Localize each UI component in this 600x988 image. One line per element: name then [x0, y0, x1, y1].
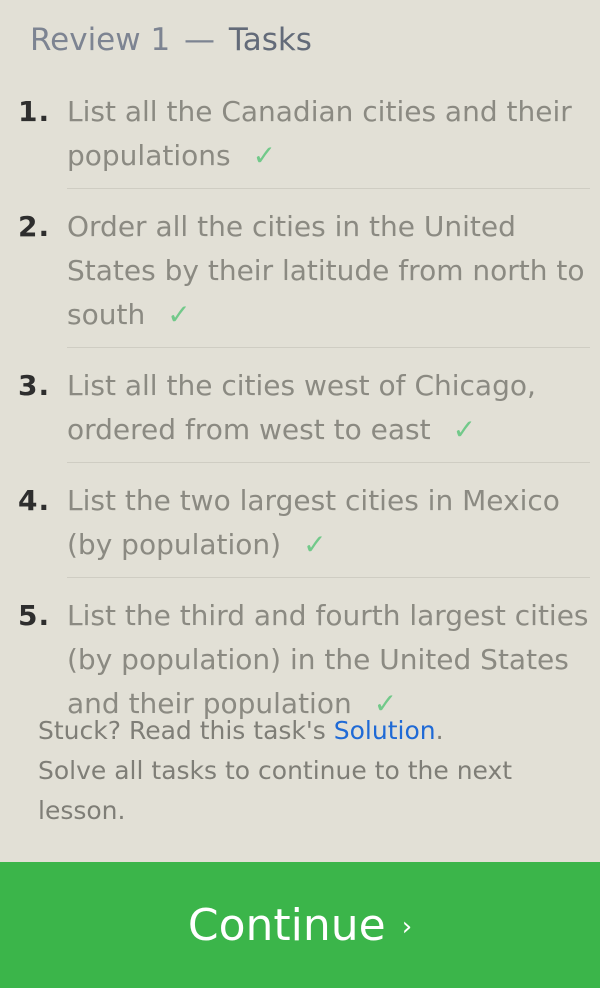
- task-item-4: 4. List the two largest cities in Mexico…: [18, 479, 590, 588]
- chevron-right-icon: ›: [401, 912, 413, 942]
- continue-button[interactable]: Continue ›: [0, 862, 600, 988]
- task-list: 1. List all the Canadian cities and thei…: [18, 90, 590, 752]
- check-icon: ✓: [252, 139, 277, 172]
- task-item-1: 1. List all the Canadian cities and thei…: [18, 90, 590, 199]
- task-item-2: 2. Order all the cities in the United St…: [18, 205, 590, 358]
- review-page: Review 1 — Tasks 1. List all the Canadia…: [0, 0, 600, 988]
- task-item-3: 3. List all the cities west of Chicago, …: [18, 364, 590, 473]
- review-label: Review 1: [30, 22, 171, 58]
- task-number: 4.: [18, 484, 51, 517]
- task-body: List all the cities west of Chicago, ord…: [67, 364, 590, 463]
- task-number: 2.: [18, 210, 51, 243]
- continue-note: Solve all tasks to continue to the next …: [38, 756, 513, 825]
- check-icon: ✓: [167, 298, 191, 331]
- task-number: 3.: [18, 369, 51, 402]
- task-text: List the third and fourth largest cities…: [67, 599, 589, 720]
- help-text: Stuck? Read this task's Solution. Solve …: [38, 711, 568, 831]
- title-separator: —: [184, 22, 216, 58]
- continue-label: Continue: [187, 899, 386, 951]
- task-body: Order all the cities in the United State…: [67, 205, 590, 348]
- tasks-label: Tasks: [228, 22, 312, 58]
- solution-link[interactable]: Solution: [334, 716, 436, 745]
- stuck-prefix: Stuck? Read this task's: [38, 716, 334, 745]
- check-icon: ✓: [452, 413, 477, 446]
- task-text: List all the Canadian cities and their p…: [67, 95, 572, 172]
- check-icon: ✓: [303, 528, 327, 561]
- task-number: 1.: [18, 95, 51, 128]
- task-body: List the two largest cities in Mexico (b…: [67, 479, 590, 578]
- stuck-line: Stuck? Read this task's Solution.: [38, 711, 568, 751]
- page-title: Review 1 — Tasks: [30, 22, 312, 58]
- stuck-suffix: .: [435, 716, 444, 745]
- task-text: Order all the cities in the United State…: [67, 210, 585, 331]
- task-body: List all the Canadian cities and their p…: [67, 90, 590, 189]
